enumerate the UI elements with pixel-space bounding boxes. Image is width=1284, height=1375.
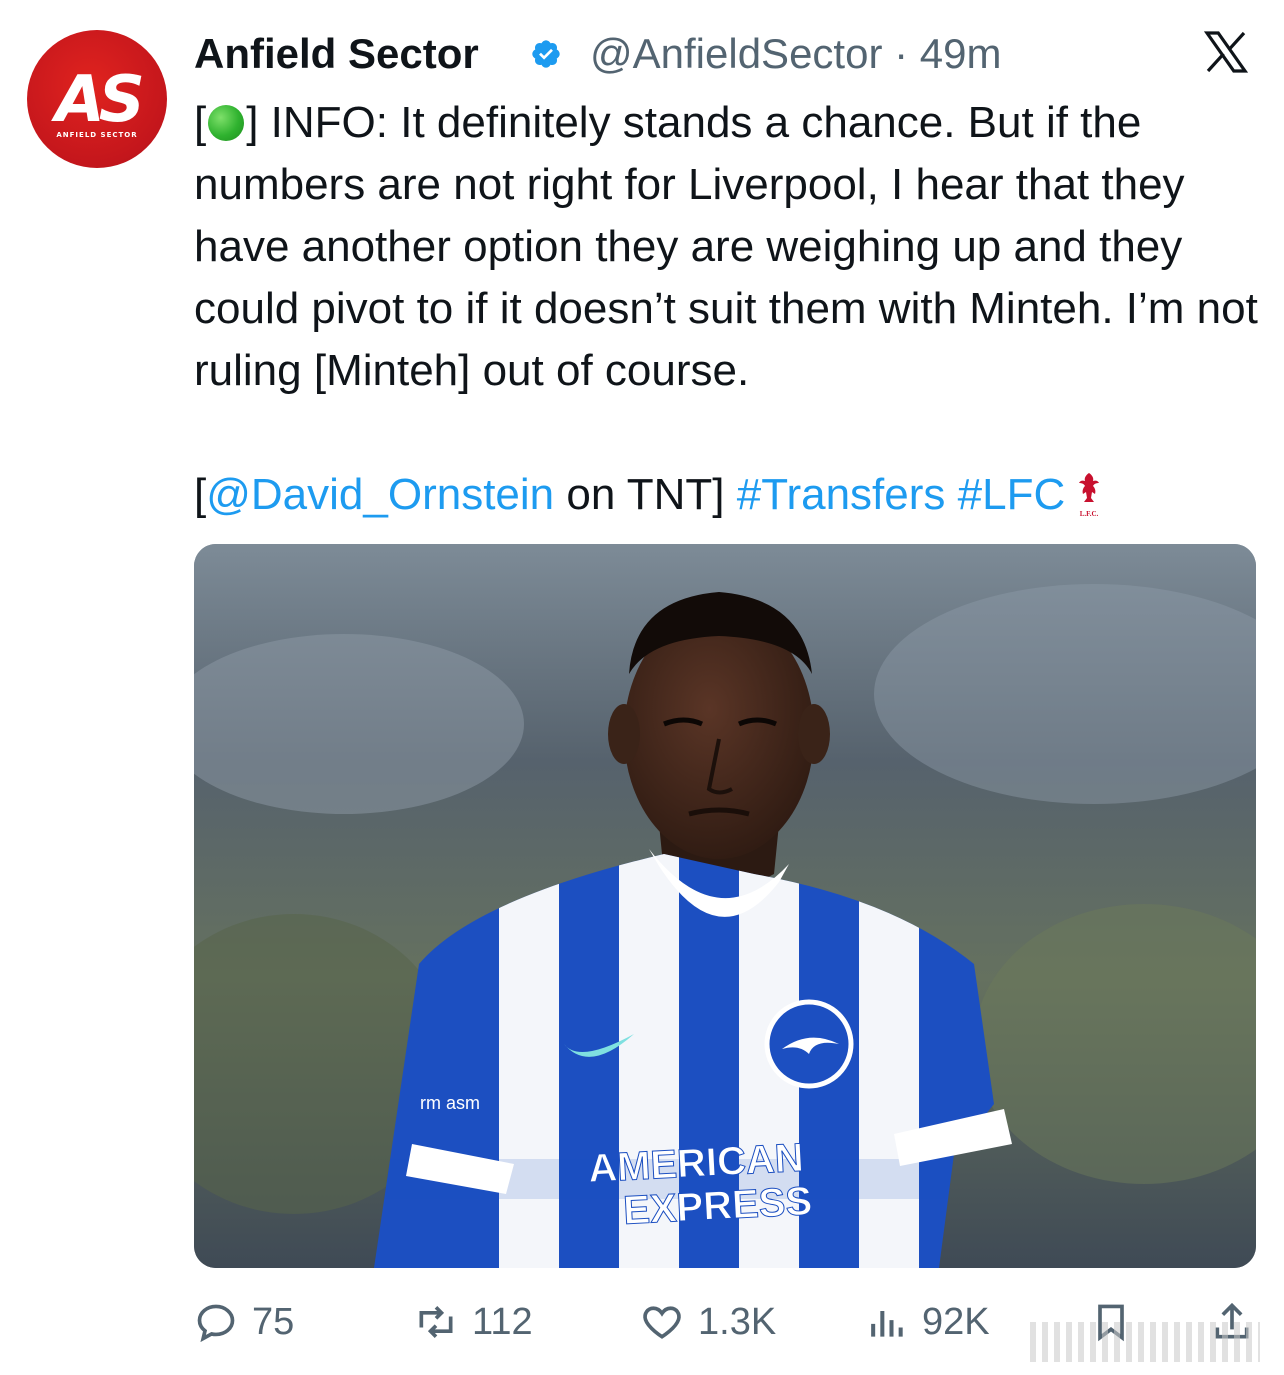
display-name[interactable]: Anfield Sector xyxy=(194,28,479,80)
player-photo-illustration: AMERICAN EXPRESS rm asm xyxy=(194,544,1256,1268)
repost-icon xyxy=(419,1306,453,1338)
tweet-photo[interactable]: AMERICAN EXPRESS rm asm xyxy=(194,544,1256,1268)
tweet-body: ] INFO: It definitely stands a chance. B… xyxy=(194,98,1258,395)
reply-button[interactable]: 75 xyxy=(194,1292,294,1352)
watermark-overlay xyxy=(1030,1322,1260,1362)
separator: · xyxy=(894,30,909,77)
author-handle[interactable]: @AnfieldSector · 49m xyxy=(590,28,1002,80)
bracket-open: [ xyxy=(194,98,207,147)
avatar[interactable]: AS ANFIELD SECTOR xyxy=(27,30,167,168)
tweet-paragraph: [] INFO: It definitely stands a chance. … xyxy=(194,92,1269,402)
liverbird-icon: L.F.C. xyxy=(1079,473,1100,518)
handle-text: @AnfieldSector xyxy=(590,30,883,77)
reply-icon xyxy=(197,1304,235,1343)
timestamp: 49m xyxy=(919,30,1002,77)
sleeve-text: rm asm xyxy=(420,1093,480,1113)
credit-middle: on TNT] xyxy=(554,470,737,519)
like-button[interactable]: 1.3K xyxy=(640,1292,776,1352)
credit-open: [ xyxy=(194,470,207,519)
heart-icon xyxy=(643,1306,681,1339)
views-count: 92K xyxy=(922,1300,990,1343)
reply-count: 75 xyxy=(252,1300,295,1343)
mention-link[interactable]: @David_Ornstein xyxy=(206,470,554,519)
avatar-monogram: AS xyxy=(55,63,145,137)
avatar-subtext: ANFIELD SECTOR xyxy=(56,131,138,139)
verified-badge-icon xyxy=(532,40,560,68)
tweet-text: [] INFO: It definitely stands a chance. … xyxy=(194,92,1269,526)
tweet-credit-line: [@David_Ornstein on TNT] #Transfers #LFC… xyxy=(194,464,1269,526)
views-button[interactable]: 92K xyxy=(864,1292,990,1352)
repost-button[interactable]: 112 xyxy=(414,1292,533,1352)
repost-count: 112 xyxy=(472,1300,533,1343)
tweet-header: Anfield Sector @AnfieldSector · 49m xyxy=(194,28,1264,80)
lfc-icon-text: L.F.C. xyxy=(1080,510,1099,518)
hashtag-transfers[interactable]: #Transfers xyxy=(737,470,946,519)
views-icon xyxy=(871,1311,903,1337)
green-circle-icon xyxy=(208,105,245,141)
x-logo-icon[interactable] xyxy=(1200,28,1252,76)
like-count: 1.3K xyxy=(698,1300,777,1343)
hashtag-lfc[interactable]: #LFC xyxy=(958,470,1066,519)
